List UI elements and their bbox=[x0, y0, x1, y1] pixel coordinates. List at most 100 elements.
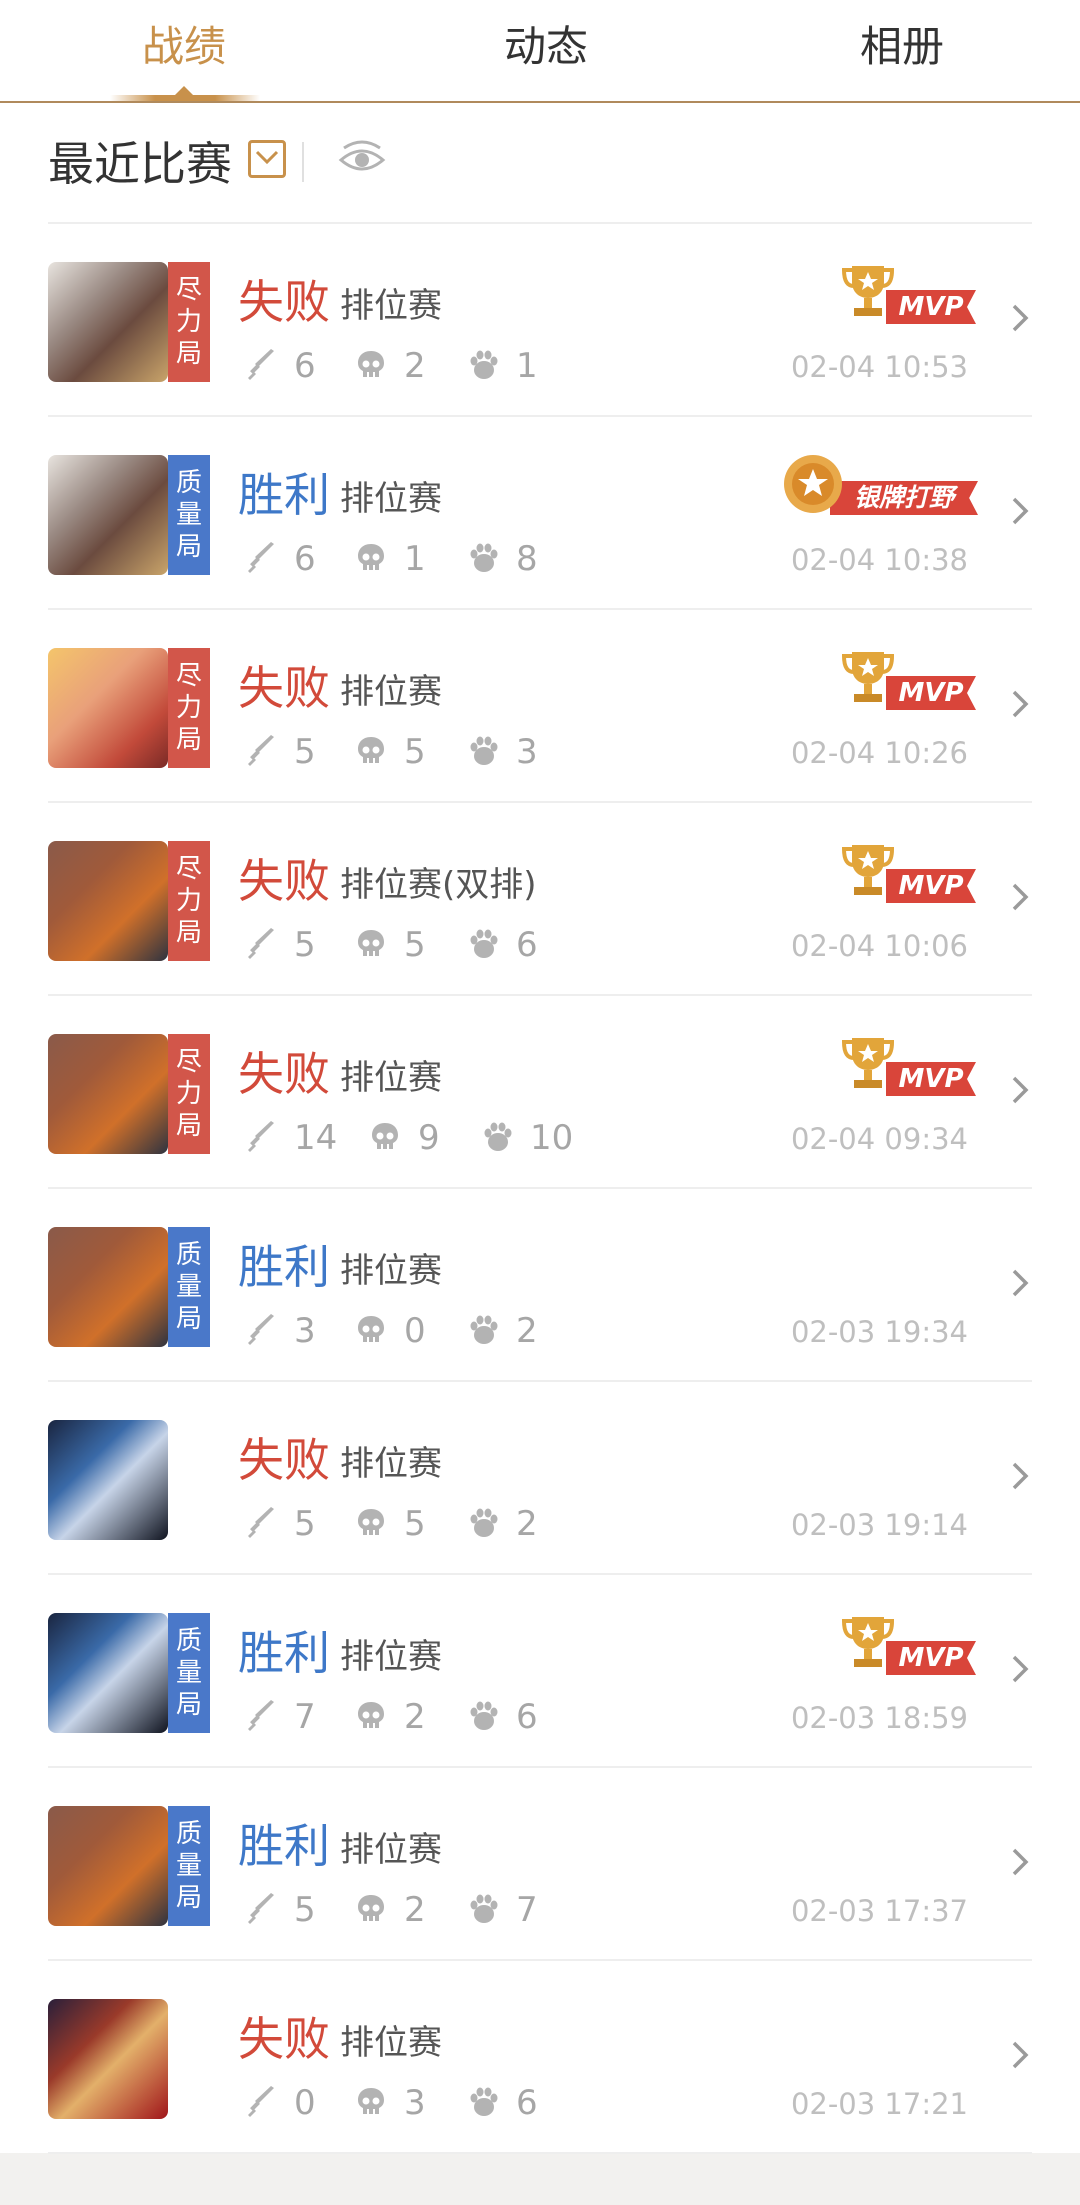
badge-char: 局 bbox=[175, 1304, 202, 1334]
badge-char: 尽 bbox=[175, 1047, 202, 1077]
match-result: 胜利 bbox=[238, 468, 330, 522]
kills-value: 6 bbox=[294, 346, 316, 386]
match-row[interactable]: 质量局胜利 排位赛 3 0 2 02-03 19:34 bbox=[48, 1189, 1032, 1382]
badge-char: 尽 bbox=[175, 854, 202, 884]
assists-value: 6 bbox=[516, 1697, 538, 1737]
kda-stats: 14 9 10 bbox=[244, 1116, 624, 1160]
match-row[interactable]: 失败 排位赛 0 3 6 02-03 17:21 bbox=[48, 1961, 1032, 2154]
filter-label[interactable]: 最近比赛 bbox=[48, 136, 232, 192]
mvp-medal: MVP bbox=[840, 648, 980, 714]
hero-avatar bbox=[48, 1999, 168, 2119]
match-row[interactable]: 尽力局失败 排位赛(双排) 5 5 6 MVP 02-04 10:06 bbox=[48, 803, 1032, 996]
match-result: 失败 bbox=[238, 661, 330, 715]
tab-activity[interactable]: 动态 bbox=[426, 22, 666, 72]
badge-char: 局 bbox=[175, 725, 202, 755]
deaths-value: 9 bbox=[418, 1118, 440, 1158]
badge-char: 质 bbox=[175, 1240, 202, 1270]
match-mode: 排位赛 bbox=[340, 1637, 442, 1677]
deaths-value: 1 bbox=[404, 539, 426, 579]
chevron-right-icon[interactable] bbox=[1010, 1074, 1030, 1110]
chevron-right-icon[interactable] bbox=[1010, 2039, 1030, 2075]
match-result: 失败 bbox=[238, 1433, 330, 1487]
kills-value: 5 bbox=[294, 1504, 316, 1544]
hero-avatar bbox=[48, 455, 168, 575]
match-mode: 排位赛 bbox=[340, 1251, 442, 1291]
match-quality-badge: 尽力局 bbox=[168, 262, 210, 382]
chevron-right-icon[interactable] bbox=[1010, 881, 1030, 917]
match-row[interactable]: 质量局胜利 排位赛 5 2 7 02-03 17:37 bbox=[48, 1768, 1032, 1961]
medal-label: MVP bbox=[886, 676, 976, 710]
badge-char: 局 bbox=[175, 532, 202, 562]
tab-record[interactable]: 战绩 bbox=[64, 22, 304, 72]
chevron-right-icon[interactable] bbox=[1010, 688, 1030, 724]
match-result: 失败 bbox=[238, 1047, 330, 1101]
match-result: 胜利 bbox=[238, 1626, 330, 1680]
match-time: 02-03 17:21 bbox=[790, 2087, 968, 2121]
hero-avatar bbox=[48, 648, 168, 768]
match-time: 02-04 10:06 bbox=[790, 929, 968, 963]
kills-value: 6 bbox=[294, 539, 316, 579]
match-result: 失败 bbox=[238, 2012, 330, 2066]
mvp-medal: MVP bbox=[840, 1034, 980, 1100]
tab-album[interactable]: 相册 bbox=[782, 22, 1022, 72]
kills-value: 7 bbox=[294, 1697, 316, 1737]
tab-bar: 战绩 动态 相册 bbox=[0, 0, 1080, 103]
chevron-right-icon[interactable] bbox=[1010, 1653, 1030, 1689]
hero-avatar bbox=[48, 1034, 168, 1154]
match-quality-badge: 尽力局 bbox=[168, 648, 210, 768]
chevron-right-icon[interactable] bbox=[1010, 1846, 1030, 1882]
match-row[interactable]: 质量局胜利 排位赛 6 1 8 银牌打野 02-04 10:38 bbox=[48, 417, 1032, 610]
kda-stats: 5 5 3 bbox=[244, 730, 624, 774]
assists-value: 7 bbox=[516, 1890, 538, 1930]
match-row[interactable]: 失败 排位赛 5 5 2 02-03 19:14 bbox=[48, 1382, 1032, 1575]
divider bbox=[302, 142, 304, 182]
chevron-right-icon[interactable] bbox=[1010, 302, 1030, 338]
chevron-right-icon[interactable] bbox=[1010, 495, 1030, 531]
kills-value: 0 bbox=[294, 2083, 316, 2123]
mvp-medal: MVP bbox=[840, 1613, 980, 1679]
badge-char: 力 bbox=[175, 886, 202, 916]
chevron-right-icon[interactable] bbox=[1010, 1267, 1030, 1303]
kda-stats: 3 0 2 bbox=[244, 1309, 624, 1353]
hero-avatar bbox=[48, 1613, 168, 1733]
match-quality-badge: 质量局 bbox=[168, 455, 210, 575]
match-result: 失败 bbox=[238, 854, 330, 908]
dropdown-icon[interactable] bbox=[248, 140, 286, 178]
deaths-value: 5 bbox=[404, 1504, 426, 1544]
match-mode: 排位赛(双排) bbox=[340, 865, 537, 905]
medal-label: MVP bbox=[886, 290, 976, 324]
badge-char: 局 bbox=[175, 339, 202, 369]
hero-avatar bbox=[48, 262, 168, 382]
match-row[interactable]: 质量局胜利 排位赛 7 2 6 MVP 02-03 18:59 bbox=[48, 1575, 1032, 1768]
badge-char: 尽 bbox=[175, 661, 202, 691]
eye-icon[interactable] bbox=[338, 140, 386, 184]
badge-char: 力 bbox=[175, 1079, 202, 1109]
assists-value: 6 bbox=[516, 925, 538, 965]
assists-value: 3 bbox=[516, 732, 538, 772]
kills-value: 5 bbox=[294, 925, 316, 965]
active-tab-caret bbox=[173, 86, 195, 97]
medal-label: MVP bbox=[886, 1062, 976, 1096]
match-row[interactable]: 尽力局失败 排位赛 14 9 10 MVP 02-04 09:34 bbox=[48, 996, 1032, 1189]
match-mode: 排位赛 bbox=[340, 286, 442, 326]
badge-char: 局 bbox=[175, 918, 202, 948]
assists-value: 1 bbox=[516, 346, 538, 386]
assists-value: 10 bbox=[530, 1118, 574, 1158]
hero-avatar bbox=[48, 1227, 168, 1347]
match-list: 尽力局失败 排位赛 6 2 1 MVP 02-04 10:53 质量局胜利 排位赛 6 1 8 银牌打野… bbox=[48, 222, 1032, 2154]
badge-char: 量 bbox=[175, 1658, 202, 1688]
kills-value: 5 bbox=[294, 1890, 316, 1930]
match-mode: 排位赛 bbox=[340, 1830, 442, 1870]
match-time: 02-03 17:37 bbox=[790, 1894, 968, 1928]
assists-value: 8 bbox=[516, 539, 538, 579]
match-result: 胜利 bbox=[238, 1819, 330, 1873]
badge-char: 局 bbox=[175, 1883, 202, 1913]
hero-avatar bbox=[48, 1420, 168, 1540]
match-row[interactable]: 尽力局失败 排位赛 5 5 3 MVP 02-04 10:26 bbox=[48, 610, 1032, 803]
medal-icon bbox=[782, 453, 844, 519]
mvp-medal: MVP bbox=[840, 262, 980, 328]
chevron-right-icon[interactable] bbox=[1010, 1460, 1030, 1496]
match-row[interactable]: 尽力局失败 排位赛 6 2 1 MVP 02-04 10:53 bbox=[48, 224, 1032, 417]
badge-char: 力 bbox=[175, 307, 202, 337]
kda-stats: 6 2 1 bbox=[244, 344, 624, 388]
